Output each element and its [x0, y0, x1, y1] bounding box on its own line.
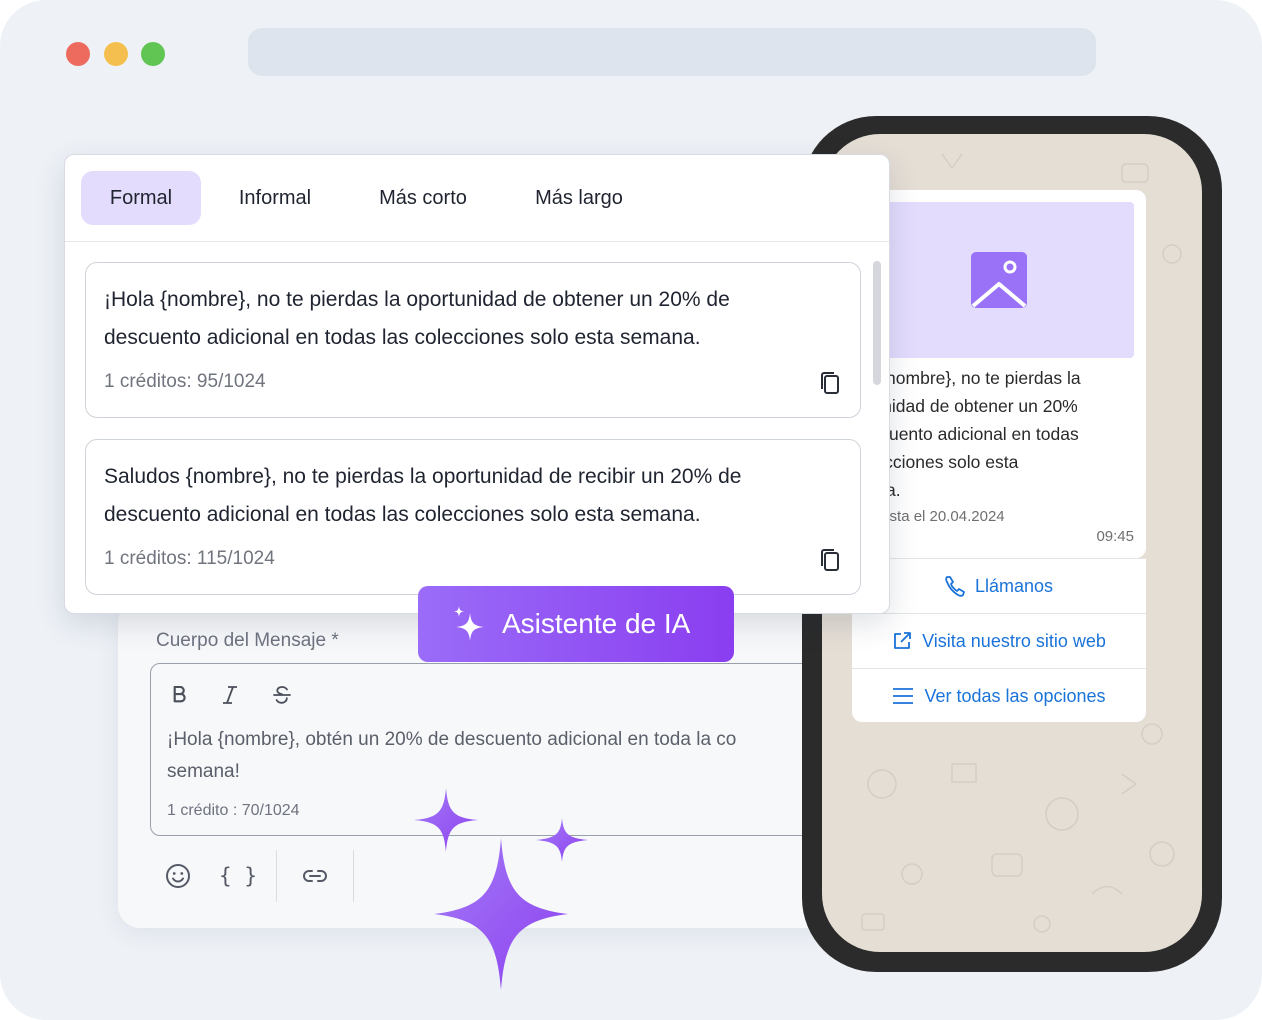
close-window-dot[interactable] — [66, 42, 90, 66]
italic-icon — [223, 686, 237, 704]
bubble-line: mana. — [852, 476, 1146, 504]
tab-formal[interactable]: Formal — [81, 171, 201, 225]
suggestion-card[interactable]: Saludos {nombre}, no te pierdas la oport… — [85, 439, 861, 595]
list-icon — [893, 688, 914, 704]
tone-tabs: Formal Informal Más corto Más largo — [65, 155, 889, 242]
call-button[interactable]: Llámanos — [852, 558, 1146, 613]
sparkle-icon — [434, 838, 568, 990]
ai-assistant-label: Asistente de IA — [502, 608, 691, 639]
suggestion-credits: 1 créditos: 115/1024 — [104, 548, 275, 569]
suggestion-text: ¡Hola {nombre}, no te pierdas la oportun… — [104, 281, 844, 357]
visit-website-label: Visita nuestro sitio web — [922, 630, 1106, 651]
suggestion-line: Saludos {nombre}, no te pierdas la oport… — [104, 465, 742, 488]
emoji-button[interactable] — [158, 856, 198, 896]
message-body-field[interactable]: ¡Hola {nombre}, obtén un 20% de descuent… — [150, 663, 850, 836]
link-button[interactable] — [295, 856, 335, 896]
variable-button[interactable]: { } — [218, 856, 258, 896]
bubble-timestamp: 09:45 — [1096, 528, 1134, 545]
ai-assistant-button[interactable]: Asistente de IA — [418, 586, 734, 662]
suggestion-text: Saludos {nombre}, no te pierdas la oport… — [104, 458, 844, 534]
image-placeholder — [864, 202, 1134, 358]
maximize-window-dot[interactable] — [141, 42, 165, 66]
bubble-line: colecciones solo esta — [852, 452, 1019, 472]
bold-icon — [173, 686, 186, 703]
tab-longer[interactable]: Más largo — [513, 171, 645, 225]
copy-icon — [821, 549, 839, 571]
all-options-button[interactable]: Ver todas las opciones — [852, 668, 1146, 723]
editor-toolbar: { } — [158, 850, 372, 902]
tab-informal[interactable]: Informal — [217, 171, 333, 225]
phone-icon — [945, 576, 965, 597]
message-body-text: ¡Hola {nombre}, obtén un 20% de descuent… — [167, 724, 827, 788]
strikethrough-icon — [273, 686, 291, 704]
sparkles-icon — [454, 606, 484, 641]
bubble-line: ortunidad de obtener un 20% — [852, 396, 1078, 416]
toolbar-divider — [353, 850, 354, 902]
bubble-message-text: ola {nombre}, no te pierdas la ortunidad… — [852, 364, 1146, 504]
strikethrough-button[interactable] — [267, 680, 297, 710]
suggestion-line: descuento adicional en todas las colecci… — [104, 326, 701, 349]
bubble-line: descuento adicional en todas — [852, 424, 1079, 444]
bold-button[interactable] — [165, 680, 195, 710]
italic-button[interactable] — [215, 680, 245, 710]
suggestion-line: ¡Hola {nombre}, no te pierdas la oportun… — [104, 288, 730, 311]
browser-window: Cuerpo del Mensaje * ¡Hola {nombre}, obt… — [0, 0, 1262, 1020]
message-body-label: Cuerpo del Mensaje * — [156, 630, 339, 651]
bubble-actions: Llámanos Visita nuestro sitio web Ver to… — [852, 558, 1146, 722]
message-bubble: ola {nombre}, no te pierdas la ortunidad… — [852, 190, 1146, 558]
suggestion-line: descuento adicional en todas las colecci… — [104, 503, 701, 526]
toolbar-divider — [276, 850, 277, 902]
copy-button[interactable] — [820, 371, 840, 400]
image-icon — [971, 252, 1027, 308]
external-link-icon — [894, 632, 912, 649]
minimize-window-dot[interactable] — [104, 42, 128, 66]
copy-button[interactable] — [820, 548, 840, 577]
suggestion-card[interactable]: ¡Hola {nombre}, no te pierdas la oportun… — [85, 262, 861, 418]
visit-website-button[interactable]: Visita nuestro sitio web — [852, 613, 1146, 668]
tab-shorter[interactable]: Más corto — [359, 171, 487, 225]
message-line-1: ¡Hola {nombre}, obtén un 20% de descuent… — [167, 729, 737, 750]
message-line-2: semana! — [167, 761, 240, 782]
all-options-label: Ver todas las opciones — [924, 685, 1106, 706]
address-bar[interactable] — [248, 28, 1096, 76]
variable-icon: { } — [219, 864, 257, 888]
ai-suggestions-popup: Formal Informal Más corto Más largo ¡Hol… — [64, 154, 890, 614]
copy-icon — [821, 372, 839, 394]
emoji-icon — [166, 864, 190, 888]
message-credit-count: 1 crédito : 70/1024 — [167, 802, 300, 819]
link-icon — [303, 870, 327, 882]
suggestion-credits: 1 créditos: 95/1024 — [104, 371, 266, 392]
call-button-label: Llámanos — [974, 575, 1054, 596]
bubble-line: ola {nombre}, no te pierdas la — [852, 368, 1081, 388]
popup-scrollbar[interactable] — [873, 261, 881, 385]
